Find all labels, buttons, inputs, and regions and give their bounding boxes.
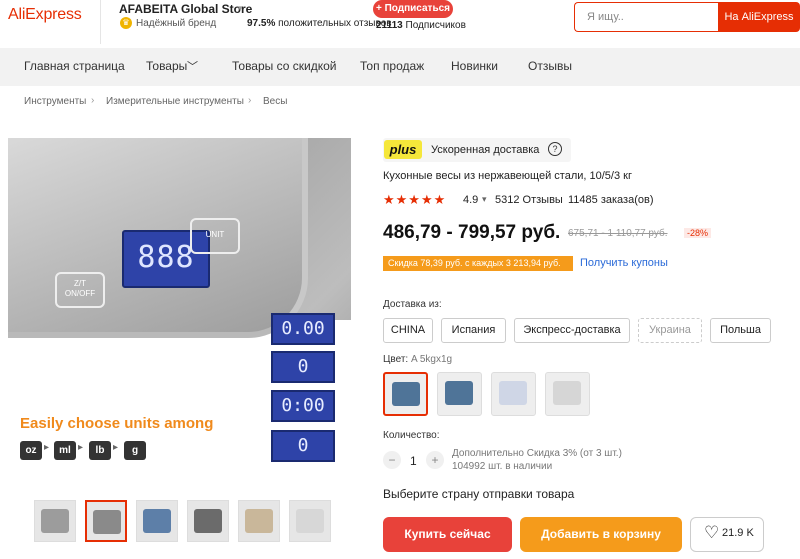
- color-swatch-1[interactable]: [383, 372, 428, 416]
- heart-icon[interactable]: ♡: [704, 523, 719, 543]
- unit-tag-ml: ml: [54, 441, 76, 460]
- nav-item-top[interactable]: Топ продаж: [360, 59, 424, 73]
- units-caption: Easily choose units among: [20, 415, 214, 432]
- price-range: 486,79 - 799,57 руб.: [383, 222, 561, 243]
- mini-display-3: 0:00: [271, 390, 335, 422]
- fast-delivery-label: Ускоренная доставка: [431, 144, 540, 156]
- color-swatch-2[interactable]: [437, 372, 482, 416]
- ship-option-express[interactable]: Экспресс-доставка: [514, 318, 630, 343]
- zt-label: Z/T: [74, 279, 86, 288]
- thumbnail-1[interactable]: [34, 500, 76, 542]
- subscribers-count: 21113: [376, 20, 403, 31]
- thumbnail-2[interactable]: [85, 500, 127, 542]
- breadcrumb-measuring[interactable]: Измерительные инструменты: [106, 96, 244, 107]
- chevron-down-icon[interactable]: ▾: [482, 194, 487, 205]
- buy-now-button[interactable]: Купить сейчас: [383, 517, 512, 552]
- discount-badge: -28%: [684, 228, 712, 238]
- nav-item-goods[interactable]: Товары: [146, 59, 187, 73]
- unit-tag-oz: oz: [20, 441, 42, 460]
- orders-count: 11485 заказа(ов): [568, 194, 654, 206]
- store-name[interactable]: AFABEITA Global Store: [119, 2, 252, 16]
- color-swatch-4[interactable]: [545, 372, 590, 416]
- color-value: A 5kgx1g: [410, 354, 453, 365]
- chevron-right-icon: ›: [91, 95, 95, 106]
- positive-label: положительных отзывов: [278, 18, 392, 29]
- unit-tag-g: g: [124, 441, 146, 460]
- subscribers-label: Подписчиков: [405, 20, 466, 31]
- thumbnail-3[interactable]: [136, 500, 178, 542]
- wishlist-count[interactable]: 21.9 K: [722, 527, 754, 539]
- onoff-label: ON/OFF: [64, 289, 96, 298]
- thumbnail-6[interactable]: [289, 500, 331, 542]
- positive-feedback: 97.5% положительных отзывов: [247, 18, 392, 29]
- mini-display-1: 0.00: [271, 313, 335, 345]
- search-button[interactable]: На AliExpress: [718, 2, 800, 32]
- quantity-minus-button[interactable]: −: [383, 451, 401, 469]
- brand-label: Надёжный бренд: [136, 18, 217, 29]
- arrow-right-icon: ▸: [113, 442, 119, 453]
- color-swatch-3[interactable]: [491, 372, 536, 416]
- quantity-label: Количество:: [383, 430, 440, 441]
- aliexpress-logo[interactable]: AliExpress: [8, 6, 82, 24]
- thumbnail-4[interactable]: [187, 500, 229, 542]
- arrow-right-icon: ▸: [44, 442, 50, 453]
- plus-logo: plus: [384, 140, 422, 159]
- add-to-cart-button[interactable]: Добавить в корзину: [520, 517, 682, 552]
- ship-option-china[interactable]: CHINA: [383, 318, 433, 343]
- breadcrumb-tools[interactable]: Инструменты: [24, 96, 86, 107]
- mini-display-2: 0: [271, 351, 335, 383]
- nav-item-reviews[interactable]: Отзывы: [528, 59, 572, 73]
- rating-value[interactable]: 4.9: [463, 194, 478, 206]
- arrow-right-icon: ▸: [78, 442, 84, 453]
- unit-tag-lb: lb: [89, 441, 111, 460]
- thumbnail-5[interactable]: [238, 500, 280, 542]
- positive-pct: 97.5%: [247, 18, 276, 29]
- ship-from-label: Доставка из:: [383, 299, 442, 310]
- trophy-icon: ♛: [120, 17, 132, 29]
- subscribers: 21113 Подписчиков: [376, 20, 466, 31]
- nav-item-home[interactable]: Главная страница: [24, 59, 125, 73]
- ship-option-ukraine[interactable]: Украина: [638, 318, 702, 343]
- nav-item-new[interactable]: Новинки: [451, 59, 498, 73]
- reviews-count[interactable]: 5312 Отзывы: [495, 194, 563, 206]
- question-icon[interactable]: ?: [548, 142, 562, 156]
- ship-option-poland[interactable]: Польша: [710, 318, 771, 343]
- get-coupons-link[interactable]: Получить купоны: [580, 257, 668, 269]
- subscribe-button[interactable]: + Подписаться: [373, 0, 453, 18]
- extra-discount: Дополнительно Скидка 3% (от 3 шт.): [452, 448, 622, 459]
- header-divider: [100, 0, 101, 44]
- stock-count: 104992 шт. в наличии: [452, 461, 553, 472]
- coupon-banner: Скидка 78,39 руб. с каждых 3 213,94 руб.: [383, 256, 573, 271]
- ship-option-spain[interactable]: Испания: [441, 318, 506, 343]
- quantity-value[interactable]: 1: [410, 454, 417, 468]
- rating-stars: ★★★★★: [383, 192, 447, 207]
- color-label-row: Цвет: A 5kgx1g: [383, 354, 452, 365]
- product-title: Кухонные весы из нержавеющей стали, 10/5…: [383, 170, 632, 182]
- select-country-text: Выберите страну отправки товара: [383, 487, 575, 501]
- mini-display-4: 0: [271, 430, 335, 462]
- color-label: Цвет:: [383, 354, 409, 365]
- chevron-down-icon[interactable]: ﹀: [187, 58, 198, 74]
- scale-zt-button: Z/T ON/OFF: [55, 272, 105, 308]
- old-price: 675,71 - 1 110,77 руб.: [568, 228, 668, 239]
- search-input[interactable]: Я ищу..: [574, 2, 718, 32]
- chevron-right-icon: ›: [248, 95, 252, 106]
- caret-down-icon[interactable]: ▾: [238, 3, 243, 14]
- quantity-plus-button[interactable]: +: [426, 451, 444, 469]
- scale-unit-button: UNIT: [190, 218, 240, 254]
- nav-item-sale[interactable]: Товары со скидкой: [232, 59, 336, 73]
- breadcrumb-scales[interactable]: Весы: [263, 96, 287, 107]
